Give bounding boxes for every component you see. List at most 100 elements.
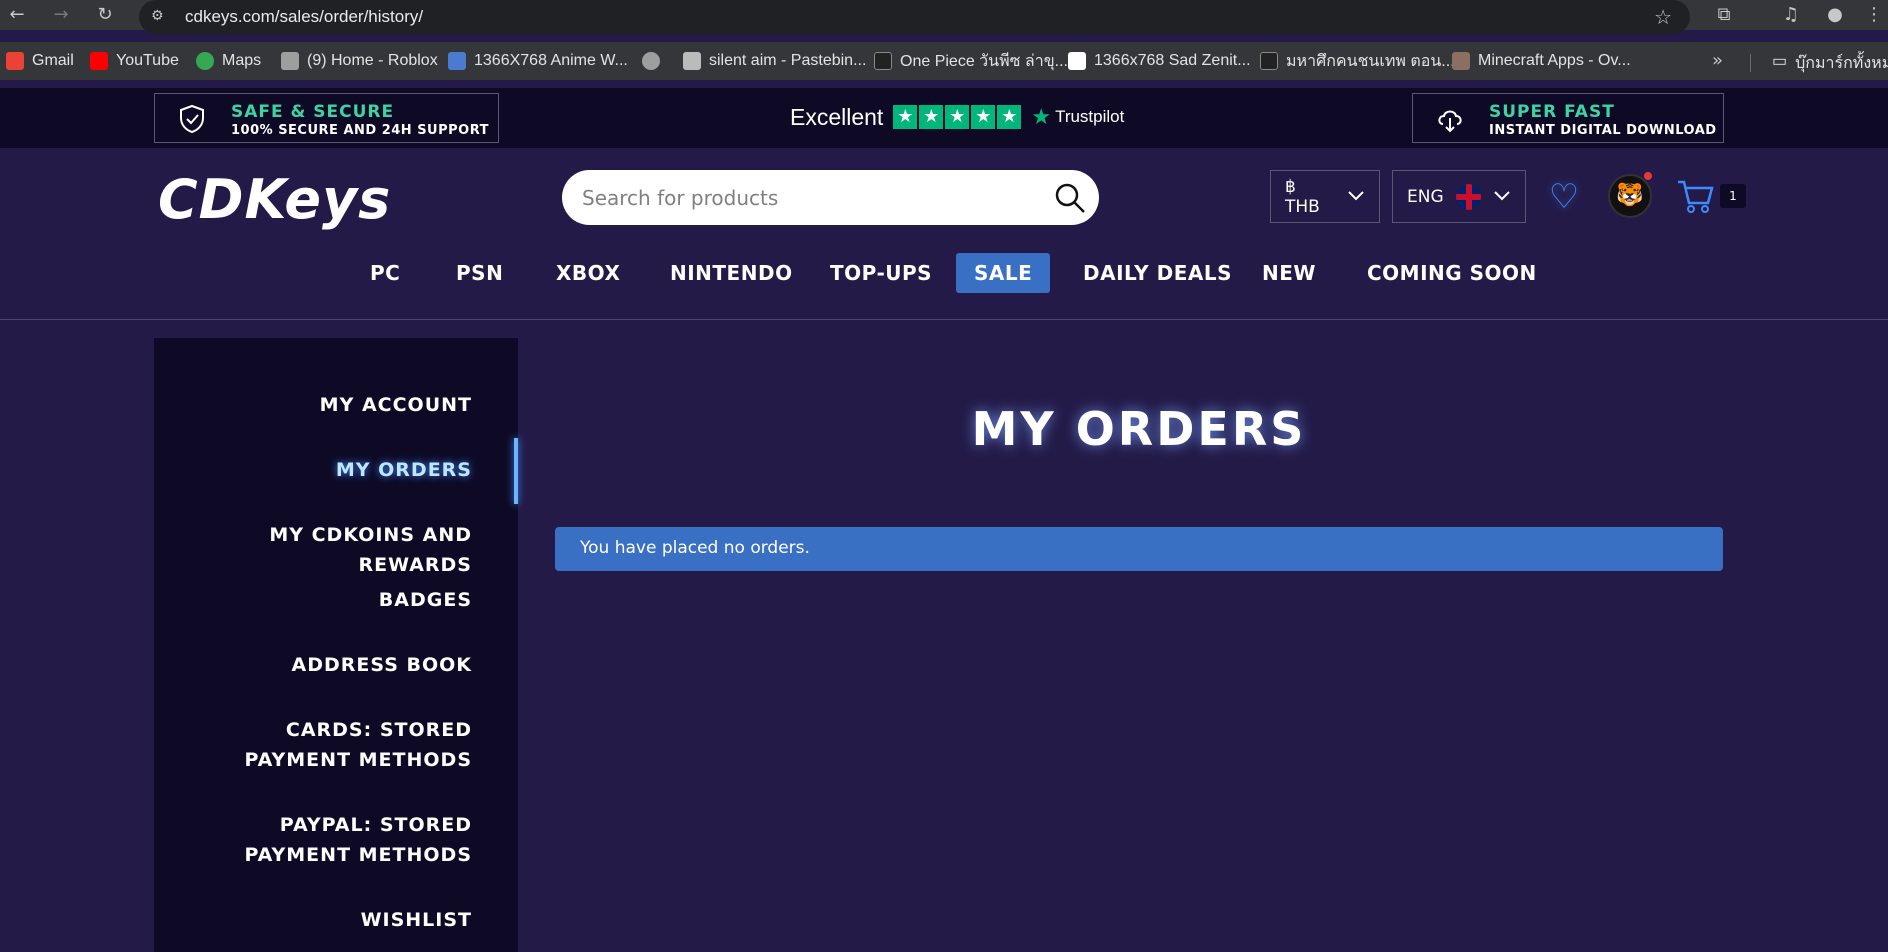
extensions-icon[interactable]: ⧉ (1712, 3, 1736, 27)
sidebar-item-my-orders[interactable]: MY ORDERS (152, 455, 472, 485)
wallpaper-site-icon (448, 52, 466, 70)
no-orders-notice: You have placed no orders. (555, 527, 1723, 571)
media-icon[interactable]: ♫ (1779, 3, 1803, 27)
nav-xbox[interactable]: XBOX (556, 253, 620, 293)
folder-label: บุ๊กมาร์กทั้งหมด (1795, 55, 1888, 72)
chevron-down-icon (1347, 187, 1365, 207)
nav-psn[interactable]: PSN (456, 253, 503, 293)
globe-icon (642, 52, 660, 70)
chevron-down-icon (1493, 187, 1511, 207)
bookmark-star-icon[interactable]: ☆ (1654, 5, 1672, 29)
bookmark-label: 1366X768 Anime W... (474, 52, 628, 69)
roblox-icon (281, 52, 299, 70)
youtube-icon (90, 52, 108, 70)
folder-icon: ▭ (1772, 53, 1788, 70)
sidebar-item-my-account[interactable]: MY ACCOUNT (152, 390, 472, 420)
minecraft-icon (1452, 52, 1470, 70)
trustpilot-star-icon: ★ (1031, 104, 1052, 129)
wishlist-heart-icon[interactable]: ♡ (1545, 178, 1583, 216)
bookmark-one-piece[interactable]: One Piece วันพีซ ล่าขุ... (874, 51, 1068, 71)
reload-icon[interactable]: ↻ (94, 4, 116, 26)
sidebar-item-wishlist[interactable]: WISHLIST (152, 905, 472, 935)
safe-secure-box: SAFE & SECURE 100% SECURE AND 24H SUPPOR… (154, 93, 499, 143)
cart-count-badge: 1 (1720, 184, 1746, 208)
forward-icon[interactable]: → (50, 4, 72, 26)
pastebin-icon (683, 52, 701, 70)
site-logo[interactable]: CDKeys (158, 168, 391, 231)
rating-word: Excellent (790, 103, 884, 130)
super-fast-title: SUPER FAST (1489, 102, 1615, 122)
language-value: ENG (1407, 186, 1444, 207)
bookmark-label: Gmail (32, 52, 74, 69)
browser-toolbar: ← → ↻ ⚙ cdkeys.com/sales/order/history/ … (0, 0, 1888, 34)
search-input[interactable] (582, 184, 1022, 212)
uk-flag-icon (1455, 183, 1481, 210)
sidebar-item-cdkoins-rewards[interactable]: MY CDKOINS AND REWARDS (152, 520, 472, 580)
currency-value: ฿ THB (1285, 176, 1320, 217)
trustpilot-rating[interactable]: Excellent ★ ★ ★ ★ ★ ★ Trustpilot (790, 102, 1124, 132)
trustpilot-logo: ★ Trustpilot (1031, 104, 1124, 130)
bookmark-maps[interactable]: Maps (196, 51, 261, 71)
cart-icon[interactable] (1675, 176, 1715, 216)
bookmark-label: YouTube (116, 52, 179, 69)
bookmark-globe[interactable] (642, 51, 660, 71)
site-info-icon[interactable]: ⚙ (151, 7, 169, 25)
profile-icon[interactable]: ● (1823, 3, 1847, 27)
trustpilot-label: Trustpilot (1055, 107, 1125, 126)
menu-dots-icon[interactable]: ⋮ (1862, 3, 1886, 27)
bookmark-label: silent aim - Pastebin... (709, 52, 867, 69)
super-fast-box: SUPER FAST INSTANT DIGITAL DOWNLOAD (1412, 93, 1724, 143)
more-bookmarks-icon[interactable]: » (1712, 50, 1723, 71)
super-fast-subtitle: INSTANT DIGITAL DOWNLOAD (1489, 123, 1717, 138)
star-icon: ★ (971, 105, 996, 129)
rating-stars: ★ ★ ★ ★ ★ (893, 105, 1022, 129)
all-bookmarks-folder[interactable]: ▭ บุ๊กมาร์กทั้งหมด (1772, 51, 1888, 76)
star-icon: ★ (893, 105, 918, 129)
bookmark-label: One Piece วันพีซ ล่าขุ... (900, 52, 1068, 70)
gmail-icon (6, 52, 24, 70)
bookmark-youtube[interactable]: YouTube (90, 51, 179, 71)
account-sidebar: MY ACCOUNT MY ORDERS MY CDKOINS AND REWA… (154, 338, 518, 952)
search-icon[interactable] (1053, 181, 1087, 215)
star-icon: ★ (997, 105, 1022, 129)
safe-secure-subtitle: 100% SECURE AND 24H SUPPORT (231, 123, 490, 138)
language-selector[interactable]: ENG (1392, 170, 1526, 223)
nav-coming-soon[interactable]: COMING SOON (1367, 253, 1537, 293)
bookmark-pastebin[interactable]: silent aim - Pastebin... (683, 51, 866, 71)
address-bar[interactable]: ⚙ cdkeys.com/sales/order/history/ ☆ (139, 0, 1690, 34)
nav-sale[interactable]: SALE (956, 253, 1051, 293)
bookmark-minecraft[interactable]: Minecraft Apps - Ov... (1452, 51, 1631, 71)
main-nav: PC PSN XBOX NINTENDO TOP-UPS SALE DAILY … (0, 253, 1888, 293)
nav-nintendo[interactable]: NINTENDO (670, 253, 793, 293)
bookmark-anime-wallpaper[interactable]: 1366X768 Anime W... (448, 51, 628, 71)
shield-check-icon (177, 104, 207, 134)
star-icon: ★ (945, 105, 970, 129)
bookmark-sad-zenitsu[interactable]: 1366x768 Sad Zenit... (1068, 51, 1251, 71)
nav-daily-deals[interactable]: DAILY DEALS (1083, 253, 1232, 293)
bookmark-label: (9) Home - Roblox (307, 52, 438, 69)
sidebar-item-badges[interactable]: BADGES (152, 585, 472, 615)
nav-pc[interactable]: PC (370, 253, 400, 293)
bookmark-roblox[interactable]: (9) Home - Roblox (281, 51, 438, 71)
currency-selector[interactable]: ฿ THB (1270, 170, 1380, 223)
nav-top-ups[interactable]: TOP-UPS (830, 253, 932, 293)
cloud-download-icon (1435, 104, 1465, 134)
notice-text: You have placed no orders. (580, 538, 810, 558)
bookmark-label: Minecraft Apps - Ov... (1478, 52, 1631, 69)
trust-strip: SAFE & SECURE 100% SECURE AND 24H SUPPOR… (0, 88, 1888, 148)
anime-site-icon (1260, 52, 1278, 70)
one-piece-site-icon (874, 52, 892, 70)
back-icon[interactable]: ← (6, 4, 28, 26)
url-text[interactable]: cdkeys.com/sales/order/history/ (185, 7, 423, 27)
bookmark-label: Maps (222, 52, 262, 69)
site-header: CDKeys ฿ THB ENG ♡ 🐯 1 PC PSN XBOX NINTE… (0, 148, 1888, 320)
w-icon (1068, 52, 1086, 70)
bookmark-record-of-ragnarok[interactable]: มหาศึกคนชนเทพ ตอน... (1260, 51, 1455, 71)
nav-new[interactable]: NEW (1262, 253, 1316, 293)
user-avatar[interactable]: 🐯 (1608, 174, 1652, 218)
sidebar-item-stored-paypal[interactable]: PAYPAL: STORED PAYMENT METHODS (182, 810, 472, 870)
bookmark-label: มหาศึกคนชนเทพ ตอน... (1286, 52, 1455, 70)
sidebar-item-stored-cards[interactable]: CARDS: STORED PAYMENT METHODS (212, 715, 472, 775)
sidebar-item-address-book[interactable]: ADDRESS BOOK (152, 650, 472, 680)
bookmark-gmail[interactable]: Gmail (6, 51, 74, 71)
